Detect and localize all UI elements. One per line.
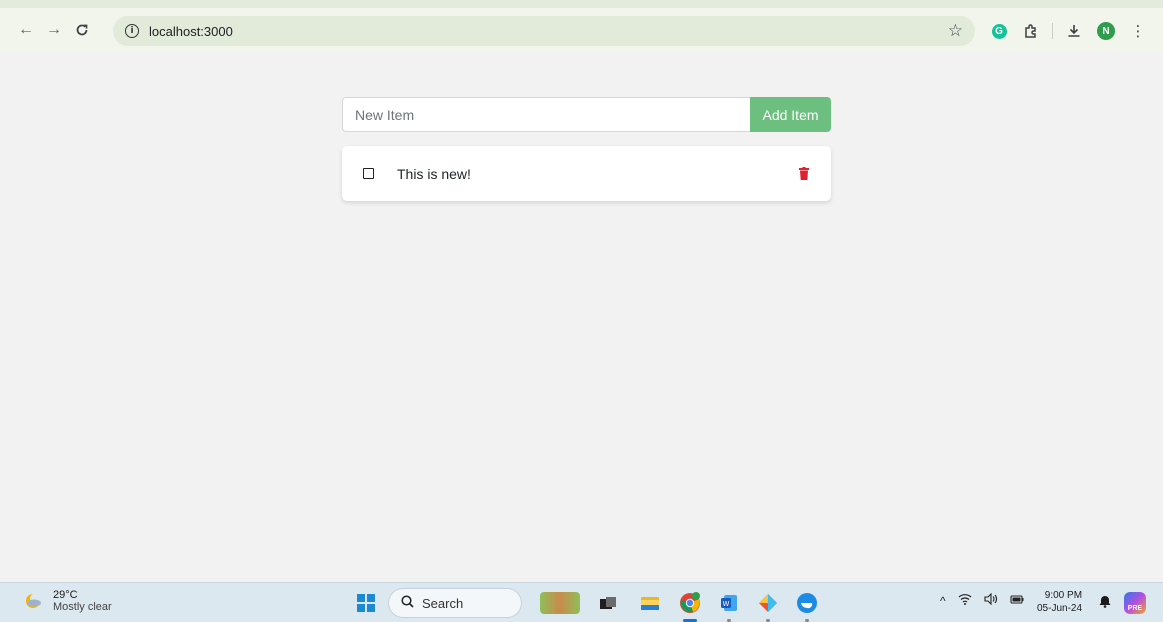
toolbar-divider: [1052, 23, 1053, 39]
volume-icon[interactable]: [984, 592, 998, 608]
clock-time: 9:00 PM: [1044, 590, 1083, 601]
reload-icon[interactable]: [71, 19, 93, 41]
search-label: Search: [422, 595, 464, 611]
search-icon: [401, 595, 414, 611]
list-item: This is new!: [342, 146, 831, 201]
new-item-input[interactable]: [342, 97, 750, 132]
chevron-up-icon[interactable]: ^: [940, 594, 946, 608]
clock-date: 05-Jun-24: [1037, 603, 1083, 614]
taskbar-search[interactable]: Search: [388, 588, 522, 618]
taskbar-clock[interactable]: 9:00 PM 05-Jun-24: [1037, 589, 1082, 615]
copilot-badge: PRE: [1127, 605, 1143, 612]
extensions-icon[interactable]: [1020, 20, 1042, 42]
windows-start-icon[interactable]: [357, 594, 375, 612]
profile-avatar[interactable]: N: [1095, 20, 1117, 42]
task-view-icon[interactable]: [597, 592, 619, 614]
grammarly-icon[interactable]: G: [988, 20, 1010, 42]
file-explorer-icon[interactable]: [639, 592, 661, 614]
docker-icon[interactable]: [796, 592, 818, 614]
weather-widget[interactable]: 29°C Mostly clear: [24, 589, 112, 613]
moon-cloud-icon: [24, 591, 44, 611]
add-item-button[interactable]: Add Item: [750, 97, 831, 132]
svg-text:W: W: [723, 600, 730, 608]
back-icon[interactable]: ←: [15, 19, 37, 41]
wifi-icon[interactable]: [958, 593, 972, 608]
battery-icon[interactable]: [1010, 593, 1024, 608]
git-kraken-icon[interactable]: [757, 592, 779, 614]
info-icon[interactable]: i: [125, 24, 139, 38]
forward-icon[interactable]: →: [43, 19, 65, 41]
url-text[interactable]: localhost:3000: [149, 24, 233, 39]
item-text: This is new!: [397, 165, 471, 182]
weather-temperature: 29°C: [53, 589, 78, 601]
browser-toolbar: ← → i localhost:3000 ☆ G N ⋮: [0, 0, 1163, 52]
address-bar[interactable]: i localhost:3000 ☆: [113, 16, 975, 46]
weather-condition: Mostly clear: [53, 601, 112, 613]
chrome-icon[interactable]: [679, 592, 701, 614]
word-icon[interactable]: W: [718, 592, 740, 614]
system-tray: ^: [940, 592, 1036, 608]
add-item-form: Add Item: [342, 97, 831, 132]
trash-icon[interactable]: [799, 167, 809, 180]
copilot-icon[interactable]: PRE: [1124, 592, 1146, 614]
star-icon[interactable]: ☆: [948, 21, 963, 41]
notification-bell-icon[interactable]: [1099, 595, 1111, 611]
item-checkbox[interactable]: [363, 168, 374, 179]
menu-icon[interactable]: ⋮: [1127, 20, 1149, 42]
download-icon[interactable]: [1063, 20, 1085, 42]
widget-plant-icon[interactable]: [540, 592, 580, 614]
taskbar: 29°C Mostly clear Search W ^ 9:00 PM 05-…: [0, 582, 1163, 622]
